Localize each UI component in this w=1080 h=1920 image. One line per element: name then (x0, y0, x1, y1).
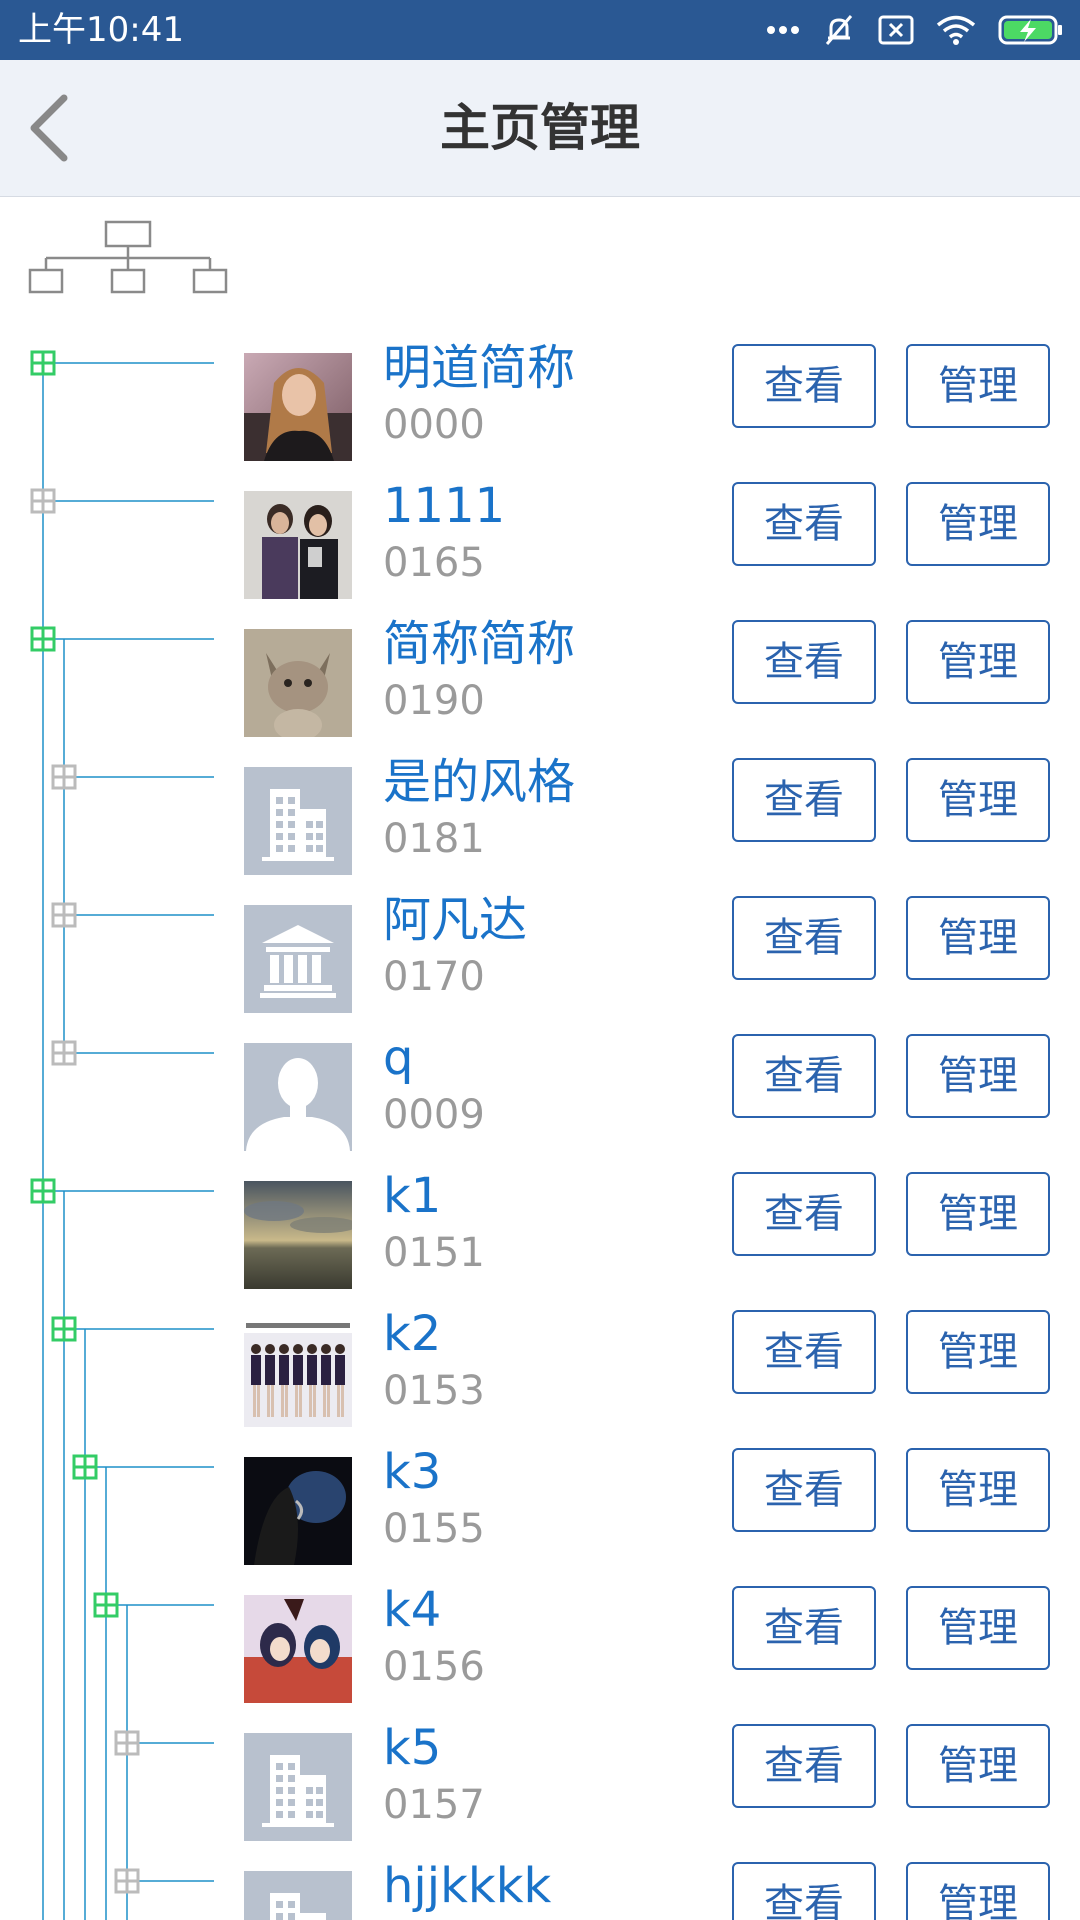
item-code: 0009 (383, 1092, 485, 1138)
item-name[interactable]: 1111 (383, 477, 505, 535)
item-name[interactable]: k1 (383, 1167, 441, 1225)
tree-row[interactable]: k2 0153 查看 管理 (0, 1306, 1080, 1427)
tree-row[interactable]: 明道简称 0000 查看 管理 (0, 340, 1080, 461)
tree-row[interactable]: k1 0151 查看 管理 (0, 1168, 1080, 1289)
manage-button[interactable]: 管理 (906, 344, 1050, 428)
item-code: 0170 (383, 954, 485, 1000)
view-button[interactable]: 查看 (732, 620, 876, 704)
collapsed-node-icon[interactable] (29, 487, 57, 515)
item-code: 0190 (383, 678, 485, 724)
manage-button[interactable]: 管理 (906, 1724, 1050, 1808)
view-button[interactable]: 查看 (732, 758, 876, 842)
item-code: 0000 (383, 402, 485, 448)
avatar-photo-cat (244, 629, 352, 737)
avatar-photo-woman (244, 353, 352, 461)
item-code: 0155 (383, 1506, 485, 1552)
manage-button[interactable]: 管理 (906, 482, 1050, 566)
view-button[interactable]: 查看 (732, 1310, 876, 1394)
avatar-photo-couple (244, 491, 352, 599)
item-name[interactable]: k4 (383, 1581, 441, 1639)
view-button[interactable]: 查看 (732, 1862, 876, 1920)
expanded-node-icon[interactable] (29, 1177, 57, 1205)
item-code: 0151 (383, 1230, 485, 1276)
expanded-node-icon[interactable] (71, 1453, 99, 1481)
expanded-node-icon[interactable] (92, 1591, 120, 1619)
view-button[interactable]: 查看 (732, 344, 876, 428)
avatar-photo-anime (244, 1595, 352, 1703)
sim-x-icon (878, 15, 914, 45)
status-bar: 上午10:41 (0, 0, 1080, 60)
item-name[interactable]: 阿凡达 (383, 891, 527, 949)
expanded-node-icon[interactable] (29, 349, 57, 377)
nav-bar: 主页管理 (0, 60, 1080, 197)
status-icons (766, 12, 1064, 48)
view-button[interactable]: 查看 (732, 1448, 876, 1532)
item-code: 0153 (383, 1368, 485, 1414)
tree-row[interactable]: 简称简称 0190 查看 管理 (0, 616, 1080, 737)
view-button[interactable]: 查看 (732, 1586, 876, 1670)
view-button[interactable]: 查看 (732, 482, 876, 566)
institution-icon (244, 905, 352, 1013)
tree-row[interactable]: k4 0156 查看 管理 (0, 1582, 1080, 1703)
collapsed-node-icon[interactable] (113, 1867, 141, 1895)
expanded-node-icon[interactable] (50, 1315, 78, 1343)
wifi-icon (936, 14, 976, 46)
person-silhouette-icon (244, 1043, 352, 1151)
item-name[interactable]: 简称简称 (383, 615, 575, 673)
view-button[interactable]: 查看 (732, 1172, 876, 1256)
collapsed-node-icon[interactable] (113, 1729, 141, 1757)
manage-button[interactable]: 管理 (906, 1448, 1050, 1532)
item-name[interactable]: 是的风格 (383, 753, 575, 811)
item-code: 0156 (383, 1644, 485, 1690)
item-name[interactable]: 明道简称 (383, 339, 575, 397)
manage-button[interactable]: 管理 (906, 620, 1050, 704)
item-name[interactable]: hjjkkkk (383, 1857, 551, 1915)
manage-button[interactable]: 管理 (906, 1172, 1050, 1256)
avatar-photo-girls-generation (244, 1319, 352, 1427)
manage-button[interactable]: 管理 (906, 1034, 1050, 1118)
building-icon (244, 1733, 352, 1841)
tree-row[interactable]: hjjkkkk 查看 管理 (0, 1858, 1080, 1920)
item-name[interactable]: q (383, 1029, 413, 1087)
tree-row[interactable]: k3 0155 查看 管理 (0, 1444, 1080, 1565)
tree-row[interactable]: k5 0157 查看 管理 (0, 1720, 1080, 1841)
building-icon (244, 767, 352, 875)
manage-button[interactable]: 管理 (906, 1310, 1050, 1394)
manage-button[interactable]: 管理 (906, 758, 1050, 842)
collapsed-node-icon[interactable] (50, 1039, 78, 1067)
page-title: 主页管理 (440, 99, 640, 157)
view-button[interactable]: 查看 (732, 1034, 876, 1118)
more-dots-icon (766, 25, 800, 35)
tree-row[interactable]: 是的风格 0181 查看 管理 (0, 754, 1080, 875)
tree-row[interactable]: q 0009 查看 管理 (0, 1030, 1080, 1151)
status-time: 上午10:41 (18, 10, 184, 50)
item-code: 0165 (383, 540, 485, 586)
collapsed-node-icon[interactable] (50, 901, 78, 929)
collapsed-node-icon[interactable] (50, 763, 78, 791)
manage-button[interactable]: 管理 (906, 896, 1050, 980)
avatar-photo-dark-fantasy (244, 1457, 352, 1565)
building-icon (244, 1871, 352, 1920)
manage-button[interactable]: 管理 (906, 1862, 1050, 1920)
item-name[interactable]: k5 (383, 1719, 441, 1777)
view-button[interactable]: 查看 (732, 1724, 876, 1808)
org-tree-content[interactable]: 明道简称 0000 查看 管理 1111 0165 查看 管理 简称简称 0190 查看 管理 是… (0, 198, 1080, 1920)
expanded-node-icon[interactable] (29, 625, 57, 653)
item-name[interactable]: k2 (383, 1305, 441, 1363)
mute-bell-icon (822, 13, 856, 47)
tree-row[interactable]: 1111 0165 查看 管理 (0, 478, 1080, 599)
view-button[interactable]: 查看 (732, 896, 876, 980)
battery-charging-icon (998, 14, 1064, 46)
manage-button[interactable]: 管理 (906, 1586, 1050, 1670)
avatar-photo-sunset-sea (244, 1181, 352, 1289)
item-name[interactable]: k3 (383, 1443, 441, 1501)
item-code: 0157 (383, 1782, 485, 1828)
tree-row[interactable]: 阿凡达 0170 查看 管理 (0, 892, 1080, 1013)
item-code: 0181 (383, 816, 485, 862)
